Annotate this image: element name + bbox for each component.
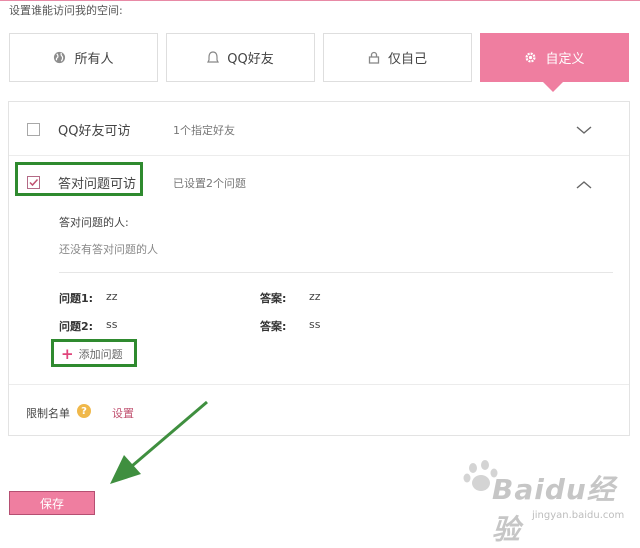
green-arrow-annotation: [110, 400, 208, 484]
baidu-watermark: Baidu经验 jingyan.baidu.com: [463, 460, 635, 546]
watermark-url: jingyan.baidu.com: [532, 510, 625, 521]
watermark-brand: Baidu经验: [492, 473, 616, 546]
save-button[interactable]: 保存: [9, 491, 95, 515]
